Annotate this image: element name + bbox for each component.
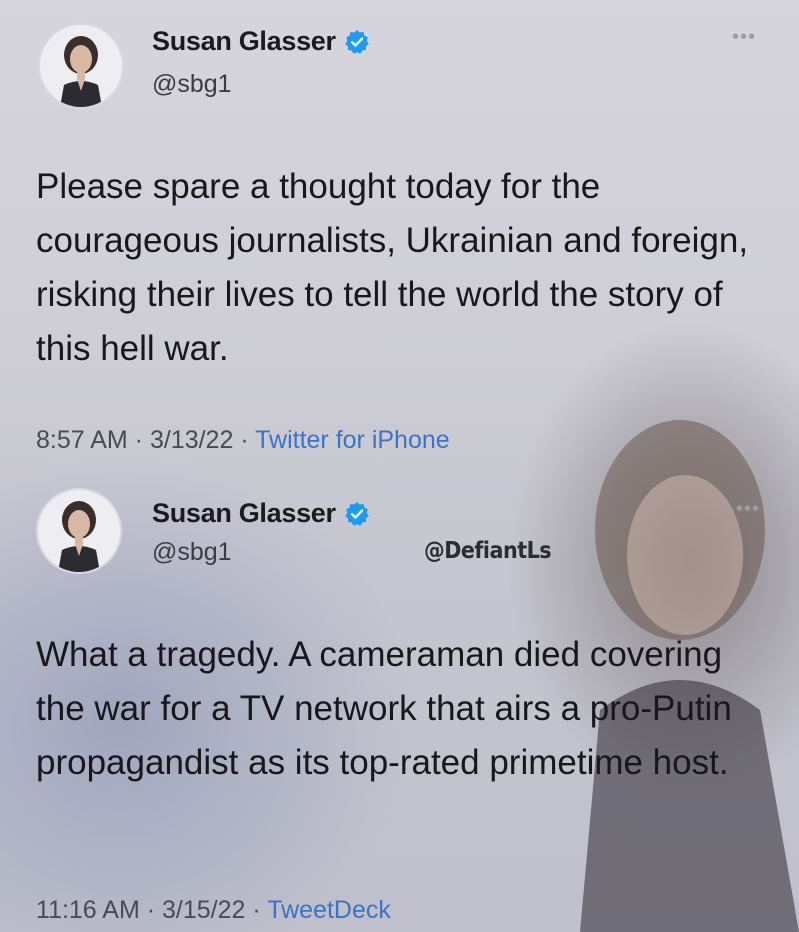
avatar[interactable] — [38, 23, 124, 109]
tweet-meta: 8:57 AM · 3/13/22 · Twitter for iPhone — [36, 426, 450, 455]
author-name[interactable]: Susan Glasser — [152, 498, 336, 529]
tweet-card[interactable]: Susan Glasser @sbg1 ••• Please spare a t… — [0, 0, 799, 470]
tweet-text: What a tragedy. A cameraman died coverin… — [36, 635, 732, 782]
tweet-time[interactable]: 8:57 AM — [36, 426, 128, 454]
verified-badge-icon — [345, 501, 369, 526]
author-name-row[interactable]: Susan Glasser — [152, 498, 370, 529]
author-handle[interactable]: @sbg1 — [152, 70, 232, 99]
meta-separator: · — [245, 896, 268, 924]
tweet-date[interactable]: 3/13/22 — [150, 426, 233, 454]
tweet-meta: 11:16 AM · 3/15/22 · TweetDeck — [36, 896, 391, 925]
tweet-date[interactable]: 3/15/22 — [162, 896, 245, 924]
avatar-illustration-icon — [38, 490, 120, 572]
more-dots-icon[interactable]: ••• — [732, 26, 756, 49]
avatar-illustration-icon — [40, 25, 122, 107]
more-dots-icon[interactable]: ••• — [736, 498, 760, 521]
meta-separator: · — [233, 426, 256, 454]
meta-separator: · — [139, 896, 162, 924]
tweet-text: Please spare a thought today for the cou… — [36, 167, 749, 368]
tweet-time[interactable]: 11:16 AM — [36, 896, 140, 924]
watermark-text: @DefiantLs — [424, 538, 552, 564]
author-handle[interactable]: @sbg1 — [152, 538, 232, 567]
meta-separator: · — [127, 426, 150, 454]
avatar[interactable] — [36, 488, 122, 574]
author-name-row[interactable]: Susan Glasser — [152, 26, 370, 57]
tweet-card[interactable]: Susan Glasser @sbg1 @DefiantLs ••• What … — [0, 470, 799, 932]
author-name[interactable]: Susan Glasser — [152, 26, 336, 57]
tweet-source-link[interactable]: TweetDeck — [267, 896, 391, 924]
verified-badge-icon — [345, 29, 369, 54]
tweet-source-link[interactable]: Twitter for iPhone — [255, 426, 450, 454]
